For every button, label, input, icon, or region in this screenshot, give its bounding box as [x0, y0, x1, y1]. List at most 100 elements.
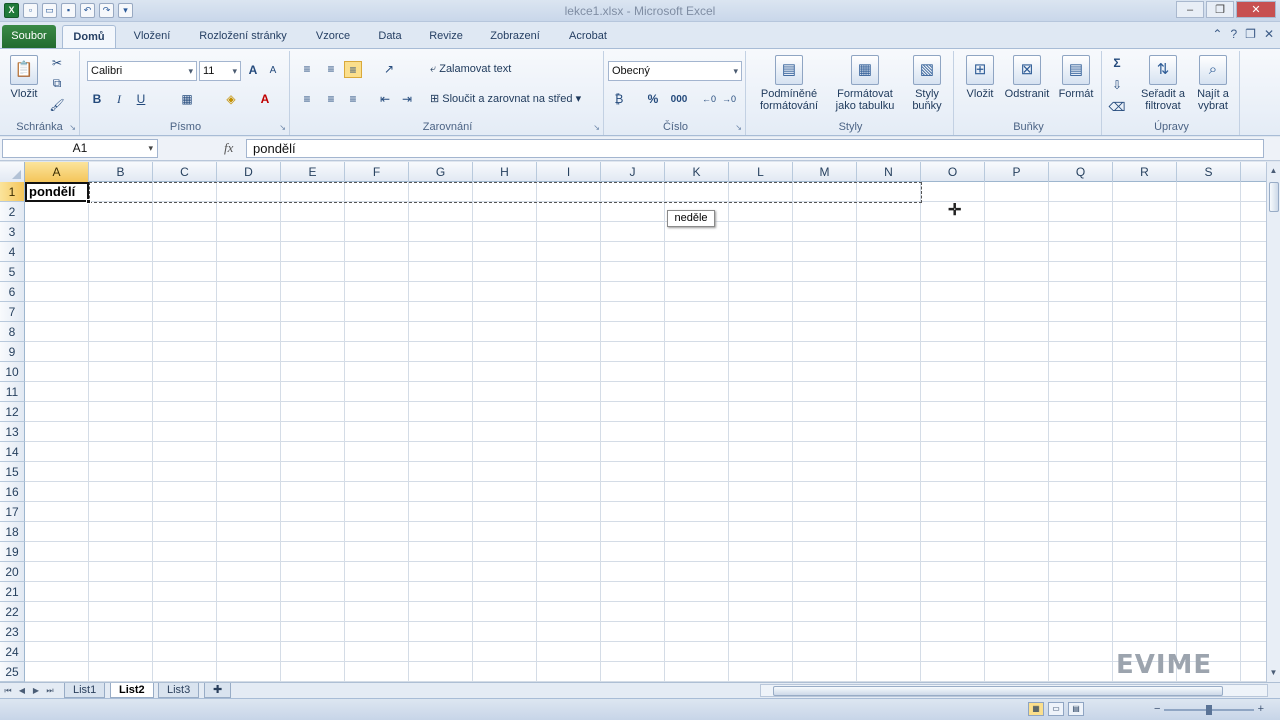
- zoom-knob[interactable]: [1206, 705, 1212, 715]
- orientation-icon[interactable]: ↗: [380, 61, 398, 78]
- column-header[interactable]: F: [345, 162, 409, 182]
- cell-styles-button[interactable]: ▧ Styly buňky: [904, 55, 950, 112]
- row-header[interactable]: 16: [0, 482, 25, 502]
- align-bottom-icon[interactable]: ≡: [344, 61, 362, 78]
- restore-button[interactable]: ❐: [1206, 1, 1234, 18]
- column-header[interactable]: P: [985, 162, 1049, 182]
- italic-button[interactable]: I: [110, 91, 128, 108]
- row-header[interactable]: 23: [0, 622, 25, 642]
- zoom-in-icon[interactable]: +: [1258, 703, 1264, 715]
- cut-icon[interactable]: ✂: [48, 55, 66, 72]
- row-header[interactable]: 10: [0, 362, 25, 382]
- align-center-icon[interactable]: ≡: [322, 91, 340, 108]
- align-middle-icon[interactable]: ≡: [322, 61, 340, 78]
- row-header[interactable]: 21: [0, 582, 25, 602]
- tab-formulas[interactable]: Vzorce: [306, 25, 360, 48]
- currency-icon[interactable]: ₿: [610, 91, 628, 108]
- minimize-ribbon-icon[interactable]: ⌃: [1212, 27, 1222, 41]
- cell-a1[interactable]: pondělí: [25, 182, 89, 202]
- sort-filter-button[interactable]: ⇅ Seřadit a filtrovat: [1138, 55, 1188, 112]
- row-header[interactable]: 6: [0, 282, 25, 302]
- tab-insert[interactable]: Vložení: [124, 25, 180, 48]
- delete-cells-button[interactable]: ⊠ Odstranit: [1002, 55, 1052, 100]
- row-header[interactable]: 13: [0, 422, 25, 442]
- column-header[interactable]: R: [1113, 162, 1177, 182]
- row-header[interactable]: 8: [0, 322, 25, 342]
- row-header[interactable]: 14: [0, 442, 25, 462]
- zoom-out-icon[interactable]: −: [1154, 703, 1160, 715]
- name-box[interactable]: A1: [2, 139, 158, 158]
- column-header[interactable]: I: [537, 162, 601, 182]
- font-name-combo[interactable]: Calibri: [87, 61, 197, 81]
- dialog-launcher-icon[interactable]: ↘: [69, 123, 76, 132]
- column-header[interactable]: D: [217, 162, 281, 182]
- bold-button[interactable]: B: [88, 91, 106, 108]
- row-header[interactable]: 3: [0, 222, 25, 242]
- tab-view[interactable]: Zobrazení: [482, 25, 548, 48]
- fill-icon[interactable]: ⇩: [1108, 77, 1126, 94]
- column-header[interactable]: Q: [1049, 162, 1113, 182]
- align-right-icon[interactable]: ≡: [344, 91, 362, 108]
- column-header[interactable]: E: [281, 162, 345, 182]
- sheet-tab-list2[interactable]: List2: [110, 683, 154, 698]
- wrap-text-button[interactable]: ⤶ Zalamovat text: [430, 63, 511, 75]
- select-all-button[interactable]: [0, 162, 25, 182]
- conditional-formatting-button[interactable]: ▤ Podmíněné formátování: [752, 55, 826, 112]
- align-top-icon[interactable]: ≡: [298, 61, 316, 78]
- font-size-combo[interactable]: 11: [199, 61, 241, 81]
- row-header[interactable]: 4: [0, 242, 25, 262]
- page-layout-view-icon[interactable]: ▭: [1048, 702, 1064, 716]
- fill-color-icon[interactable]: ◈: [222, 91, 240, 108]
- horizontal-scroll-thumb[interactable]: [773, 686, 1223, 696]
- tab-home[interactable]: Domů: [62, 25, 116, 48]
- sheet-tab-list1[interactable]: List1: [64, 683, 106, 698]
- paste-button[interactable]: 📋 Vložit: [4, 55, 44, 100]
- row-header[interactable]: 25: [0, 662, 25, 682]
- vertical-scrollbar[interactable]: ▲ ▼: [1266, 162, 1280, 682]
- row-header[interactable]: 17: [0, 502, 25, 522]
- scroll-down-icon[interactable]: ▼: [1267, 666, 1280, 680]
- first-sheet-icon[interactable]: ⏮: [2, 684, 14, 697]
- formula-input[interactable]: pondělí: [246, 139, 1264, 158]
- column-header[interactable]: S: [1177, 162, 1241, 182]
- dialog-launcher-icon[interactable]: ↘: [593, 123, 600, 132]
- shrink-font-icon[interactable]: A: [264, 62, 282, 79]
- thousands-button[interactable]: 000: [666, 91, 692, 108]
- tab-data[interactable]: Data: [368, 25, 412, 48]
- column-header[interactable]: G: [409, 162, 473, 182]
- last-sheet-icon[interactable]: ⏭: [44, 684, 56, 697]
- worksheet[interactable]: ABCDEFGHIJKLMNOPQRS 1 2 3 4 5 6 7 8 9 10 11 12 13 14 1…: [0, 162, 1266, 682]
- autosum-icon[interactable]: Σ: [1108, 55, 1126, 72]
- column-header[interactable]: A: [25, 162, 89, 182]
- row-header[interactable]: 22: [0, 602, 25, 622]
- tab-review[interactable]: Revize: [420, 25, 472, 48]
- minimize-button[interactable]: –: [1176, 1, 1204, 18]
- column-header[interactable]: N: [857, 162, 921, 182]
- row-header[interactable]: 20: [0, 562, 25, 582]
- find-select-button[interactable]: ⌕ Najít a vybrat: [1190, 55, 1236, 112]
- next-sheet-icon[interactable]: ▶: [30, 684, 42, 697]
- row-header[interactable]: 18: [0, 522, 25, 542]
- row-header[interactable]: 11: [0, 382, 25, 402]
- workbook-close-icon[interactable]: ✕: [1264, 27, 1274, 41]
- tab-page-layout[interactable]: Rozložení stránky: [190, 25, 296, 48]
- tab-acrobat[interactable]: Acrobat: [558, 25, 618, 48]
- format-painter-icon[interactable]: 🖌: [48, 97, 66, 114]
- row-header[interactable]: 19: [0, 542, 25, 562]
- borders-icon[interactable]: ▦: [178, 91, 196, 108]
- prev-sheet-icon[interactable]: ◀: [16, 684, 28, 697]
- row-header[interactable]: 2: [0, 202, 25, 222]
- column-header[interactable]: H: [473, 162, 537, 182]
- grow-font-icon[interactable]: A: [244, 62, 262, 79]
- column-header[interactable]: C: [153, 162, 217, 182]
- align-left-icon[interactable]: ≡: [298, 91, 316, 108]
- horizontal-scrollbar[interactable]: [760, 684, 1268, 697]
- column-header[interactable]: O: [921, 162, 985, 182]
- row-header[interactable]: 12: [0, 402, 25, 422]
- column-header[interactable]: K: [665, 162, 729, 182]
- fill-handle[interactable]: [86, 199, 91, 204]
- sheet-tab-list3[interactable]: List3: [158, 683, 200, 698]
- page-break-view-icon[interactable]: ▤: [1068, 702, 1084, 716]
- row-header[interactable]: 15: [0, 462, 25, 482]
- vertical-scroll-thumb[interactable]: [1269, 182, 1279, 212]
